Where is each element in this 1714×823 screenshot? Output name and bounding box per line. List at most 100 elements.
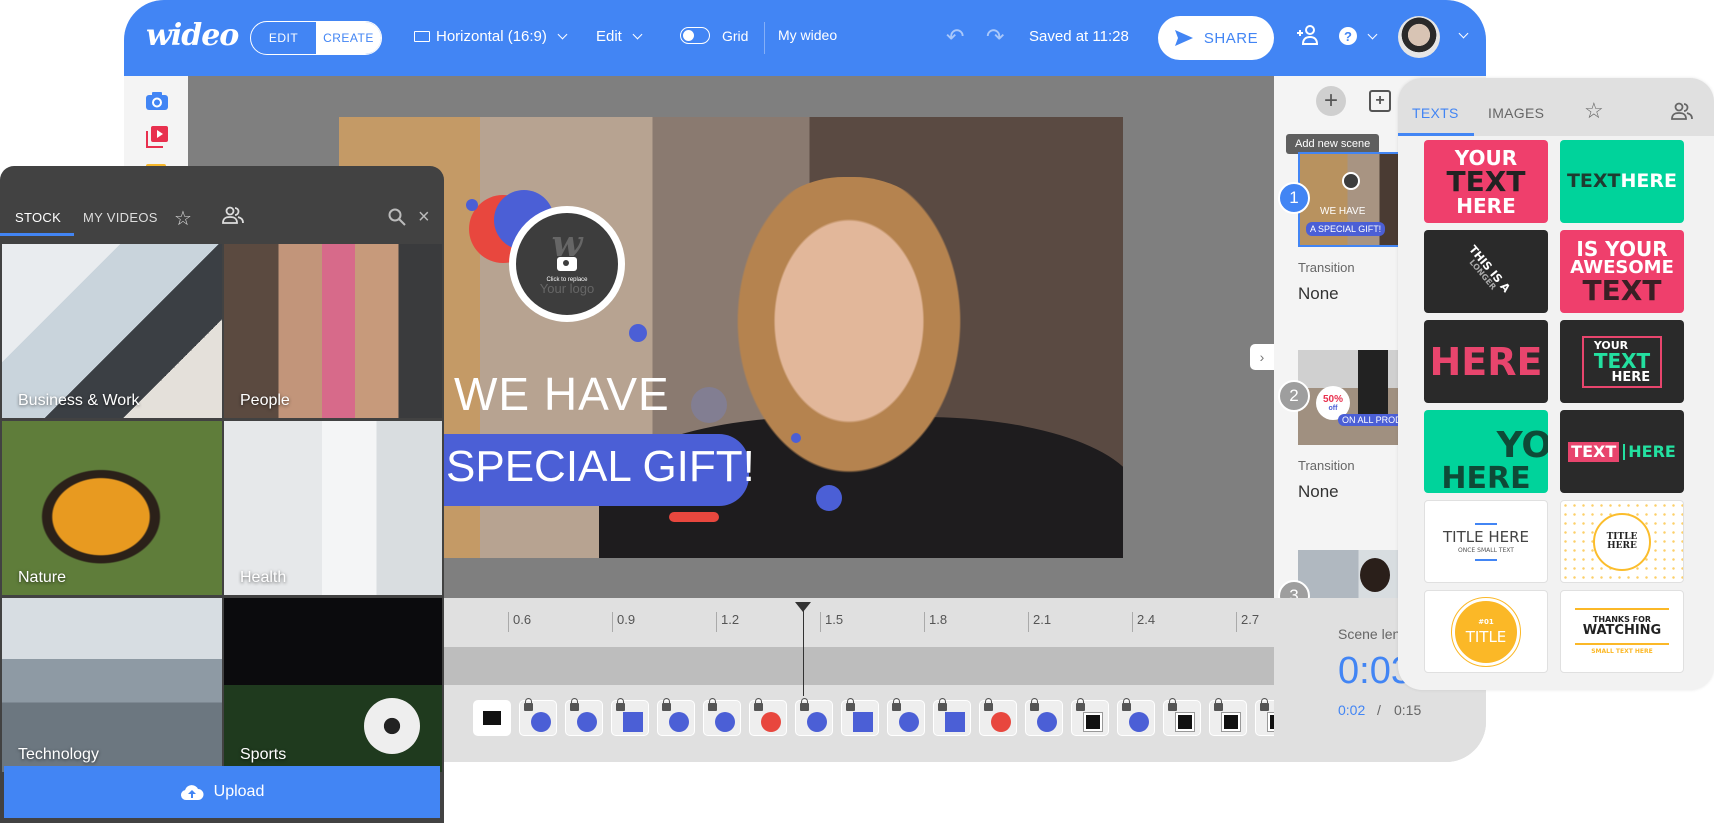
tab-my-videos[interactable]: MY VIDEOS [83,210,158,225]
camera-icon[interactable] [146,92,168,115]
template-text: TITLE [1465,627,1507,646]
text-template-card[interactable]: #01 TITLE [1424,590,1548,673]
timeline-tick: 0.6 [508,612,531,632]
decor-dot [791,433,801,443]
circle-shape-icon [1037,712,1057,732]
tab-images[interactable]: IMAGES [1488,105,1544,121]
saved-status: Saved at 11:28 [1029,28,1129,45]
timeline-layer-image[interactable] [1209,698,1247,736]
redo-icon[interactable]: ↷ [986,24,1004,50]
template-text: TEXT [1566,170,1621,192]
text-template-card[interactable]: YO HERE [1424,410,1548,493]
chevron-down-icon[interactable] [1458,28,1469,39]
text-template-card[interactable]: IS YOUR AWESOME TEXT [1560,230,1684,313]
text-template-card[interactable]: TEXT HERE [1560,140,1684,223]
active-tab-indicator [1398,133,1474,136]
format-dropdown[interactable]: Horizontal (16:9) [414,28,568,45]
text-template-card[interactable]: TITLE HERE ONCE SMALL TEXT [1424,500,1548,583]
search-icon[interactable] [388,208,406,229]
timeline-layer-circle-blue[interactable] [657,698,695,736]
template-text: TITLE HERE [1442,527,1529,546]
template-text: SMALL TEXT HERE [1591,648,1653,655]
category-label: People [240,392,290,409]
close-icon[interactable]: × [418,206,430,229]
top-bar: wideo EDIT CREATE Horizontal (16:9) Edit… [124,0,1486,76]
category-nature[interactable]: Nature [2,421,222,595]
timeline-layer-image[interactable] [1071,698,1109,736]
star-icon[interactable]: ☆ [174,206,192,231]
template-text: HERE [1429,339,1543,384]
help-menu[interactable]: ? [1339,27,1378,45]
collapse-panel-button[interactable]: › [1250,344,1274,370]
texts-tabs: TEXTS IMAGES ☆ [1398,78,1714,136]
thumb-text: A SPECIAL GIFT! [1306,222,1386,236]
text-template-card[interactable]: HERE [1424,320,1548,403]
scene-thumbnail-1[interactable]: WE HAVE A SPECIAL GIFT! [1298,152,1408,247]
duplicate-scene-button[interactable]: + [1369,90,1391,112]
timeline-layer-circle-blue[interactable] [519,698,557,736]
circle-shape-icon [669,712,689,732]
category-grid: Business & Work People Nature Health Tec… [2,244,442,772]
timeline-layer-square-blue[interactable] [933,698,971,736]
upload-button[interactable]: Upload [4,766,440,818]
text-template-card[interactable]: THIS IS A LONGER [1424,230,1548,313]
logo-placeholder[interactable]: w Click to replace Your logo [509,206,625,322]
text-template-card[interactable]: YOUR TEXT HERE [1560,320,1684,403]
scene-thumbnail-2[interactable]: 50% off ON ALL PROD [1298,350,1408,445]
template-text: HERE [1441,460,1531,493]
team-icon[interactable] [1670,102,1694,123]
headline-text-2[interactable]: SPECIAL GIFT! [446,442,755,492]
category-people[interactable]: People [224,244,442,418]
add-scene-button[interactable]: + [1316,86,1346,116]
transition-value[interactable]: None [1298,284,1339,304]
headline-text-1[interactable]: WE HAVE [454,367,670,421]
timeline-layer-circle-red[interactable] [749,698,787,736]
category-health[interactable]: Health [224,421,442,595]
category-label: Technology [18,746,99,763]
decor-dot [816,485,842,511]
wideo-logo[interactable]: wideo [146,18,239,53]
timeline-layer-circle-blue[interactable] [1117,698,1155,736]
category-business-work[interactable]: Business & Work [2,244,222,418]
share-button[interactable]: SHARE [1158,16,1274,60]
transition-label: Transition [1298,458,1355,473]
slide-canvas[interactable]: w Click to replace Your logo WE HAVE SPE… [339,117,1123,558]
timeline-layer-clapper[interactable] [473,700,511,736]
mode-edit-button[interactable]: EDIT [251,22,316,54]
transition-value[interactable]: None [1298,482,1339,502]
tab-texts[interactable]: TEXTS [1412,105,1459,121]
grid-toggle[interactable]: Grid [680,27,748,44]
category-technology[interactable]: Technology [2,598,222,772]
timeline-layer-circle-blue[interactable] [795,698,833,736]
template-text: YO [1496,424,1548,466]
timeline-layer-circle-red[interactable] [979,698,1017,736]
timeline-layer-square-blue[interactable] [841,698,879,736]
tab-stock[interactable]: STOCK [15,210,61,225]
template-text: HERE [1620,170,1678,192]
timeline-tick: 2.7 [1236,612,1259,632]
edit-menu[interactable]: Edit [596,28,643,45]
user-avatar[interactable] [1398,16,1440,58]
timeline-layer-circle-blue[interactable] [703,698,741,736]
text-template-card[interactable]: TITLE HERE [1560,500,1684,583]
category-sports[interactable]: Sports [224,598,442,772]
text-template-card[interactable]: YOUR TEXT HERE [1424,140,1548,223]
add-collaborator-button[interactable] [1294,24,1320,46]
timeline-layer-circle-blue[interactable] [1025,698,1063,736]
text-templates-panel: TEXTS IMAGES ☆ YOUR TEXT HERE TEXT HERE … [1398,78,1714,690]
playhead[interactable] [794,602,811,696]
toggle-switch[interactable] [680,27,710,44]
total-time: 0:15 [1394,702,1422,718]
text-template-card[interactable]: THANKS FOR WATCHING SMALL TEXT HERE [1560,590,1684,673]
team-icon[interactable] [222,206,244,227]
mode-create-button[interactable]: CREATE [316,22,381,54]
text-template-card[interactable]: TEXT HERE [1560,410,1684,493]
timeline-layer-circle-blue[interactable] [565,698,603,736]
timeline-layer-circle-blue[interactable] [887,698,925,736]
undo-icon[interactable]: ↶ [946,24,964,50]
timeline-layer-image[interactable] [1163,698,1201,736]
video-library-icon[interactable] [146,126,168,153]
star-icon[interactable]: ☆ [1584,98,1604,124]
project-name[interactable]: My wideo [778,27,837,43]
timeline-layer-square-blue[interactable] [611,698,649,736]
